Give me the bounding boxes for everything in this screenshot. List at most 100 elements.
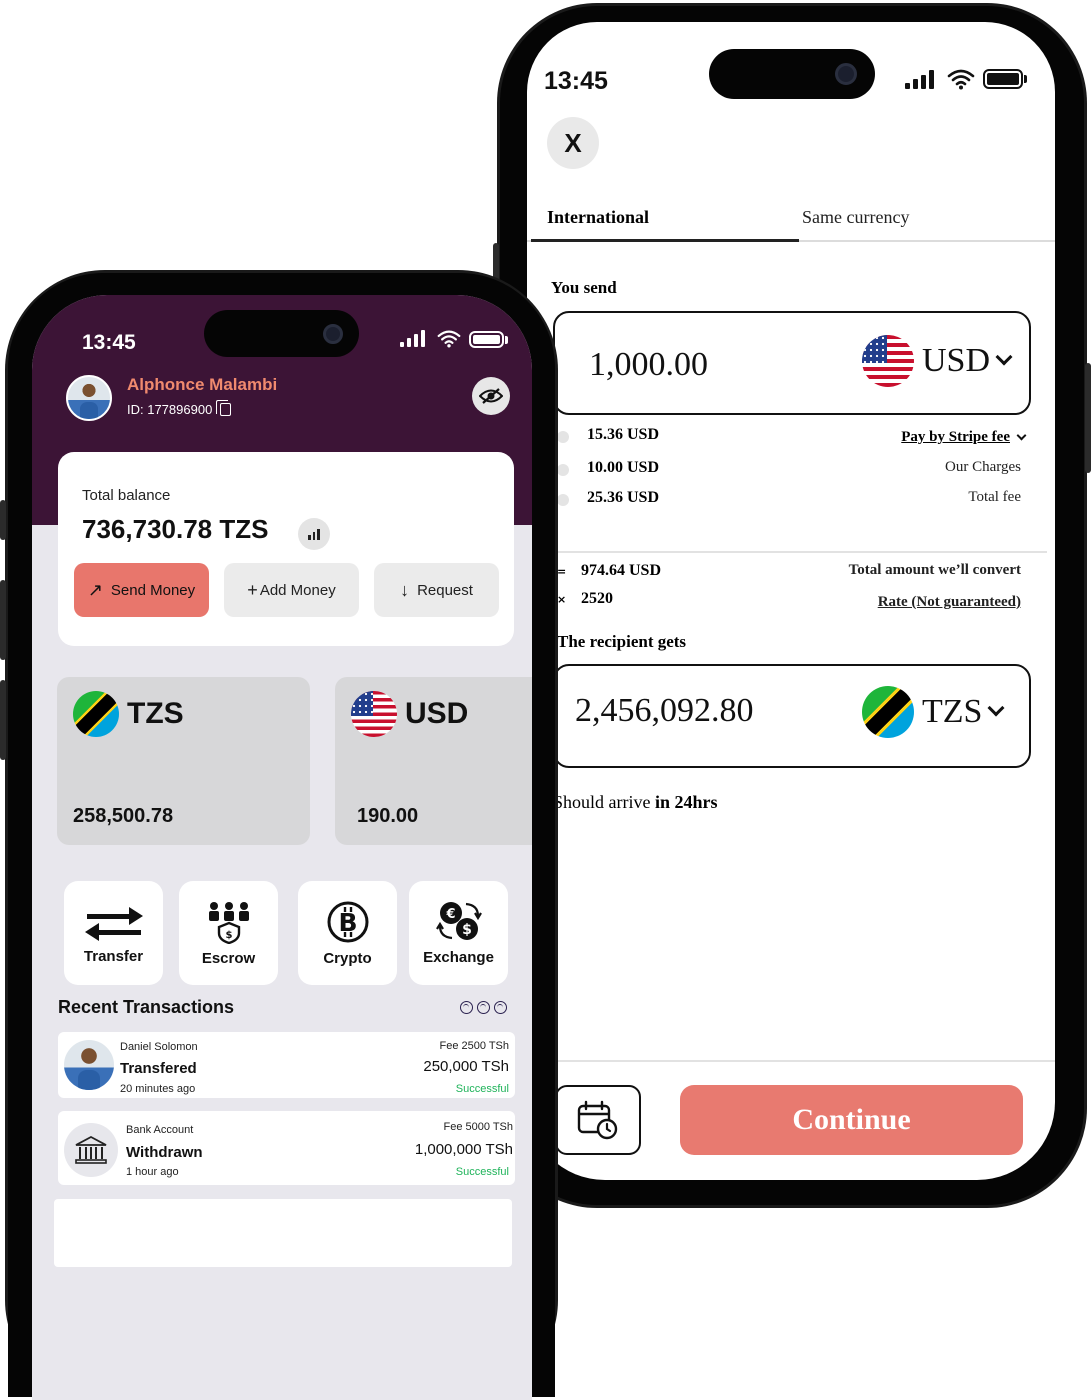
convert-amount: 974.64 USD	[581, 562, 662, 579]
receive-currency-select[interactable]: TZS	[862, 686, 1005, 738]
volume-up-button	[0, 580, 6, 660]
fee-amount: 15.36 USD	[587, 426, 660, 443]
active-tab-indicator	[531, 239, 799, 242]
chart-bar-icon	[308, 535, 311, 540]
user-id-row: ID: 177896900	[127, 400, 232, 417]
tz-flag-icon	[862, 686, 914, 738]
arrow-down-icon: ↓	[400, 579, 410, 600]
volume-down-button	[0, 680, 6, 760]
add-money-label: Add Money	[259, 581, 336, 599]
battery-icon	[983, 69, 1023, 89]
receive-amount-box[interactable]: 2,456,092.80 TZS	[553, 664, 1031, 768]
wallet-code: USD	[405, 697, 469, 730]
tx-type: Withdrawn	[126, 1144, 203, 1161]
wifi-icon	[437, 330, 461, 348]
service-crypto-button[interactable]: B Crypto	[298, 881, 397, 985]
phone-transfer-frame: 13:45 X International Same currency You …	[493, 3, 1091, 1208]
transaction-row[interactable]: Daniel Solomon Transfered 20 minutes ago…	[58, 1032, 515, 1098]
tab-same-currency[interactable]: Same currency	[802, 207, 909, 228]
wallet-card-usd[interactable]: USD 190.00	[335, 677, 532, 845]
receive-amount-input[interactable]: 2,456,092.80	[575, 692, 754, 730]
signal-icon	[905, 70, 934, 89]
tz-flag-icon	[73, 691, 119, 737]
svg-text:$: $	[225, 930, 232, 941]
status-time: 13:45	[82, 331, 136, 354]
fee-row-total: 25.36 USD Total fee	[527, 489, 1055, 511]
request-label: Request	[417, 581, 473, 599]
bitcoin-icon: B	[327, 901, 368, 942]
balance-label: Total balance	[82, 487, 171, 504]
transaction-row[interactable]: Bank Account Withdrawn 1 hour ago Fee 50…	[58, 1111, 515, 1185]
continue-button[interactable]: Continue	[680, 1085, 1023, 1155]
signal-icon	[400, 330, 425, 347]
equals-icon: =	[557, 565, 567, 578]
eye-off-icon	[479, 388, 503, 404]
tx-time: 1 hour ago	[126, 1166, 179, 1178]
balance-value: 736,730.78 TZS	[82, 514, 269, 544]
send-money-label: Send Money	[110, 581, 196, 599]
schedule-button[interactable]	[555, 1085, 641, 1155]
rate-value: 2520	[581, 590, 613, 607]
send-currency-code: USD	[922, 342, 991, 379]
tx-party: Daniel Solomon	[120, 1041, 198, 1053]
transfer-screen: 13:45 X International Same currency You …	[527, 22, 1055, 1180]
transfer-arrows-icon	[84, 906, 143, 941]
request-button[interactable]: ↓ Request	[374, 563, 499, 617]
payment-method-select[interactable]: Pay by Stripe fee	[901, 429, 1027, 446]
tx-status: Successful	[455, 1083, 509, 1095]
avatar	[64, 1040, 114, 1090]
avatar[interactable]	[66, 375, 112, 421]
tx-fee: Fee 5000 TSh	[443, 1121, 513, 1133]
fee-amount: 10.00 USD	[587, 459, 660, 476]
fee-desc: Our Charges	[945, 459, 1021, 475]
fee-amount: 25.36 USD	[587, 489, 660, 506]
arrival-note: Should arrive in 24hrs	[553, 792, 718, 813]
service-transfer-button[interactable]: Transfer	[64, 881, 163, 985]
wallet-amount: 190.00	[357, 805, 419, 827]
wallet-code: TZS	[127, 697, 184, 730]
tx-status: Successful	[455, 1166, 509, 1178]
power-button	[1085, 363, 1091, 473]
phone-home-frame: 13:45 Alphonce Malambi ID: 177896900 Tot…	[0, 270, 558, 1400]
service-label: Transfer	[83, 947, 144, 965]
battery-icon	[469, 331, 504, 348]
recent-transactions-title: Recent Transactions	[58, 997, 235, 1017]
balance-card: Total balance 736,730.78 TZS ↗ Send Mone…	[58, 452, 514, 646]
service-label: Crypto	[323, 949, 372, 967]
bank-icon	[64, 1123, 118, 1177]
add-money-button[interactable]: + Add Money	[224, 563, 359, 617]
arrival-time: in 24hrs	[654, 792, 718, 812]
dynamic-island	[204, 310, 359, 357]
tx-time: 20 minutes ago	[120, 1083, 196, 1095]
rate-row: × 2520 Rate (Not guaranteed)	[527, 590, 1055, 612]
rate-link[interactable]: Rate (Not guaranteed)	[878, 594, 1021, 611]
send-money-button[interactable]: ↗ Send Money	[74, 563, 209, 617]
multiply-icon: ×	[557, 593, 567, 606]
exchange-icon: € $	[435, 902, 482, 940]
us-flag-icon	[351, 691, 397, 737]
tx-fee: Fee 2500 TSh	[439, 1040, 509, 1052]
fee-dot-icon	[557, 464, 569, 476]
balance-chart-button[interactable]	[298, 518, 330, 550]
wallet-card-tzs[interactable]: TZS 258,500.78	[57, 677, 310, 845]
service-label: Escrow	[201, 949, 256, 967]
tx-amount: 250,000 TSh	[423, 1058, 509, 1075]
user-id: ID: 177896900	[127, 402, 213, 417]
service-escrow-button[interactable]: $ Escrow	[179, 881, 278, 985]
send-currency-select[interactable]: USD	[862, 335, 1013, 387]
status-time: 13:45	[544, 67, 608, 95]
us-flag-icon	[862, 335, 914, 387]
svg-text:B: B	[338, 908, 357, 937]
close-button[interactable]: X	[547, 117, 599, 169]
loading-icon	[460, 1001, 507, 1014]
tx-type: Transfered	[120, 1060, 197, 1077]
service-exchange-button[interactable]: € $ Exchange	[409, 881, 508, 985]
send-amount-input[interactable]: 1,000.00	[589, 346, 708, 384]
arrival-prefix: Should arrive	[553, 792, 655, 812]
tab-international[interactable]: International	[547, 207, 649, 228]
fee-desc: Total fee	[968, 489, 1021, 505]
you-send-label: You send	[551, 278, 617, 297]
send-amount-box[interactable]: 1,000.00 USD	[553, 311, 1031, 415]
copy-icon[interactable]	[216, 400, 232, 416]
hide-balance-button[interactable]	[472, 377, 510, 415]
